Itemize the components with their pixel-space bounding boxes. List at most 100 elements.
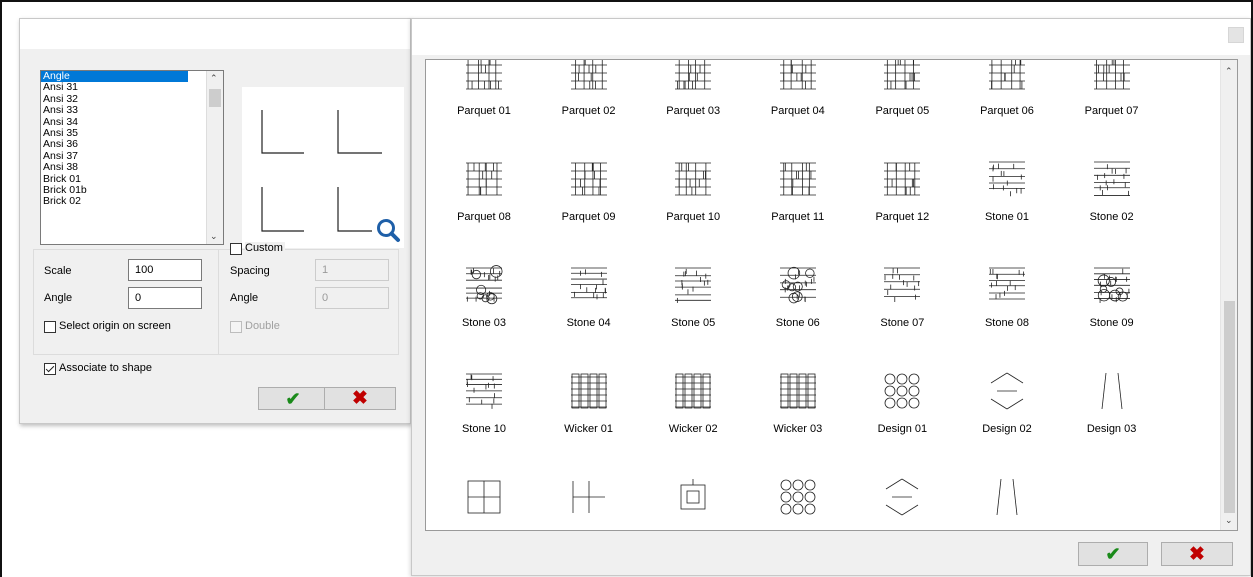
pattern-tile-label: Design 01: [877, 423, 928, 435]
pattern-tile[interactable]: Parquet 01: [432, 60, 536, 159]
pattern-tile[interactable]: Parquet 05: [850, 60, 954, 159]
pattern-tile[interactable]: Parquet 04: [746, 60, 850, 159]
pattern-tile[interactable]: Wicker 01: [537, 371, 641, 477]
pattern-tile[interactable]: Parquet 09: [537, 159, 641, 265]
pattern-tile[interactable]: Parquet 10: [641, 159, 745, 265]
gallery-scrollbar[interactable]: ⌃ ⌄: [1220, 60, 1237, 530]
cancel-button[interactable]: ✖: [324, 387, 396, 410]
pattern-tile[interactable]: Design 01: [850, 371, 954, 477]
pattern-tile[interactable]: Stone 01: [955, 159, 1059, 265]
double-checkbox[interactable]: [230, 321, 242, 333]
pattern-tile[interactable]: Design 07: [746, 477, 850, 530]
list-item[interactable]: Ansi 33: [41, 104, 188, 116]
pattern-tile-label: Stone 01: [984, 211, 1030, 223]
pattern-tile[interactable]: Stone 06: [746, 265, 850, 371]
pattern-gallery: Parquet 01 Parquet 02 Parquet 03 Parquet 04…: [425, 59, 1238, 531]
pattern-thumbnail: [570, 373, 607, 409]
pattern-thumbnail: [779, 60, 816, 90]
check-icon: ✔: [1105, 544, 1121, 564]
pattern-thumbnail: [884, 267, 921, 302]
pattern-tile[interactable]: Stone 04: [537, 265, 641, 371]
gallery-cancel-button[interactable]: ✖: [1161, 542, 1233, 566]
scroll-down-icon[interactable]: ⌄: [1225, 515, 1233, 526]
custom-checkbox[interactable]: [230, 243, 242, 255]
double-label: Double: [245, 320, 280, 332]
scroll-up-icon[interactable]: ⌃: [1225, 66, 1233, 77]
select-origin-label: Select origin on screen: [59, 320, 171, 332]
pattern-tile[interactable]: Parquet 11: [746, 159, 850, 265]
custom-label: Custom: [245, 242, 285, 254]
pattern-thumbnail: [466, 265, 503, 305]
select-origin-checkbox[interactable]: [44, 321, 56, 333]
spacing-input[interactable]: 1: [315, 259, 389, 281]
pattern-tile-label: Parquet 03: [666, 105, 721, 117]
ok-button[interactable]: ✔: [258, 387, 328, 410]
pattern-tile[interactable]: Design 08: [850, 477, 954, 530]
pattern-tile[interactable]: Design 09: [955, 477, 1059, 530]
pattern-tile-label: Parquet 10: [666, 211, 721, 223]
pattern-tile[interactable]: Design 05: [537, 477, 641, 530]
scroll-down-icon[interactable]: ⌄: [210, 231, 218, 242]
custom-angle-input[interactable]: 0: [315, 287, 389, 309]
pattern-thumbnail: [572, 481, 605, 513]
pattern-thumbnail: [570, 267, 607, 300]
pattern-thumbnail: [1101, 372, 1122, 410]
pattern-tile[interactable]: Parquet 08: [432, 159, 536, 265]
scale-input[interactable]: 100: [128, 259, 202, 281]
pattern-thumbnail: [570, 162, 607, 196]
pattern-tile[interactable]: Parquet 07: [1060, 60, 1164, 159]
pattern-tile-label: Parquet 12: [875, 211, 930, 223]
zoom-icon[interactable]: [373, 215, 403, 245]
pattern-gallery-dialog: Parquet 01 Parquet 02 Parquet 03 Parquet 04…: [411, 18, 1251, 576]
pattern-thumbnail: [680, 479, 706, 510]
pattern-thumbnail: [466, 373, 502, 409]
pattern-list[interactable]: Angle Ansi 31 Ansi 32 Ansi 33 Ansi 34 Ansi 35…: [40, 70, 224, 245]
pattern-tile-label: Stone 08: [984, 317, 1030, 329]
pattern-tile[interactable]: Stone 09: [1060, 265, 1164, 371]
window-close-button[interactable]: [1228, 27, 1244, 43]
list-item[interactable]: Brick 02: [41, 195, 188, 207]
pattern-tile[interactable]: Parquet 02: [537, 60, 641, 159]
pattern-tile[interactable]: Stone 03: [432, 265, 536, 371]
pattern-thumbnail: [886, 478, 919, 516]
scroll-up-icon[interactable]: ⌃: [210, 73, 218, 84]
pattern-tile-label: Wicker 01: [564, 423, 614, 435]
hatch-dialog-titlebar: [20, 19, 410, 49]
pattern-list-scrollbar[interactable]: ⌃ ⌄: [206, 71, 223, 244]
pattern-tile[interactable]: Stone 07: [850, 265, 954, 371]
pattern-thumbnail: [779, 162, 816, 196]
pattern-tile[interactable]: Wicker 03: [746, 371, 850, 477]
pattern-tile[interactable]: Design 04: [432, 477, 536, 530]
pattern-tile[interactable]: Parquet 12: [850, 159, 954, 265]
pattern-tile[interactable]: Stone 08: [955, 265, 1059, 371]
pattern-tile-label: Wicker 03: [773, 423, 823, 435]
pattern-tile-label: Parquet 05: [875, 105, 930, 117]
scrollbar-thumb[interactable]: [209, 89, 221, 107]
pattern-thumbnail: [675, 60, 712, 90]
list-item[interactable]: Ansi 38: [41, 161, 188, 173]
associate-checkbox[interactable]: [44, 363, 56, 375]
pattern-tile[interactable]: Parquet 06: [955, 60, 1059, 159]
pattern-tile-label: Parquet 01: [457, 105, 511, 117]
pattern-tile-label: Design 07: [746, 529, 850, 530]
angle-input[interactable]: 0: [128, 287, 202, 309]
pattern-tile-label: Design 03: [1086, 423, 1137, 435]
gallery-ok-button[interactable]: ✔: [1078, 542, 1148, 566]
pattern-tile-label: Stone 06: [775, 317, 820, 329]
pattern-tile[interactable]: Design 03: [1060, 371, 1164, 477]
pattern-thumbnail: [570, 60, 607, 90]
pattern-tile-label: Design 06: [641, 529, 745, 530]
pattern-tile[interactable]: Wicker 02: [641, 371, 745, 477]
pattern-thumbnail: [675, 162, 712, 196]
pattern-tile[interactable]: Stone 10: [432, 371, 536, 477]
pattern-thumbnail: [996, 478, 1018, 516]
pattern-tile[interactable]: Design 06: [641, 477, 745, 530]
pattern-thumbnail: [884, 162, 921, 196]
angle-label: Angle: [44, 292, 73, 304]
pattern-tile[interactable]: Stone 05: [641, 265, 745, 371]
pattern-tile[interactable]: Parquet 03: [641, 60, 745, 159]
pattern-tile[interactable]: Design 02: [955, 371, 1059, 477]
pattern-tile-label: Parquet 11: [771, 211, 825, 223]
pattern-tile[interactable]: Stone 02: [1060, 159, 1164, 265]
scrollbar-thumb[interactable]: [1224, 301, 1235, 513]
